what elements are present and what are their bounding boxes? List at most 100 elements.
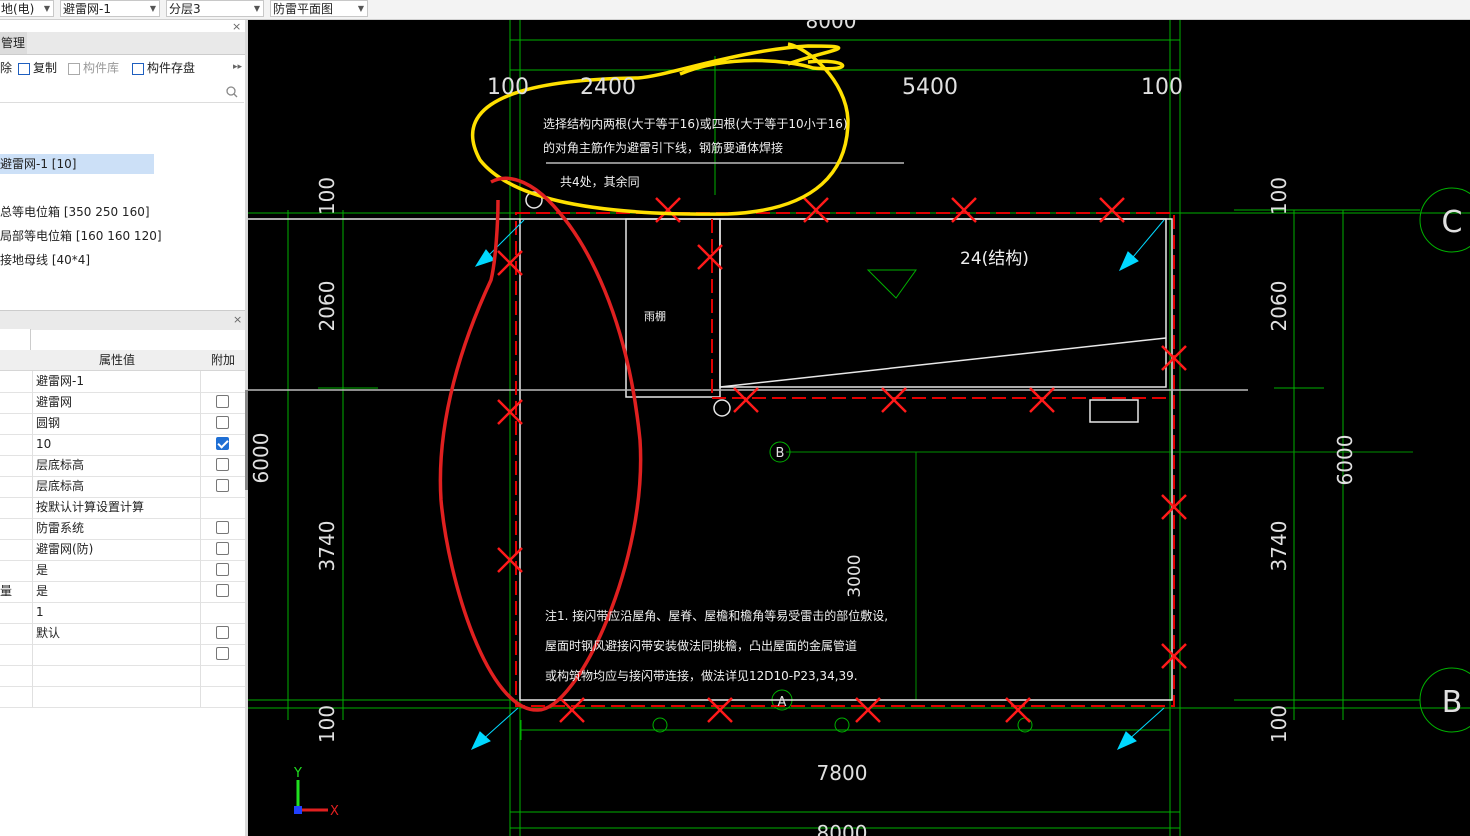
extra-checkbox[interactable] (216, 416, 229, 429)
extra-checkbox[interactable] (216, 479, 229, 492)
property-value[interactable]: 圆钢 (33, 413, 201, 434)
delete-button[interactable]: 除 (0, 58, 12, 78)
property-name (0, 476, 33, 497)
svg-text:100: 100 (1141, 75, 1183, 100)
close-icon[interactable]: × (232, 20, 241, 33)
property-name (0, 518, 33, 539)
lightning-mark (559, 697, 585, 723)
property-row[interactable] (0, 686, 245, 708)
property-name (0, 497, 33, 518)
extra-checkbox[interactable] (216, 542, 229, 555)
property-row[interactable] (0, 644, 245, 666)
property-value[interactable]: 层底标高 (33, 455, 201, 476)
save-component-button[interactable]: 构件存盘 (132, 58, 195, 78)
property-row[interactable]: 10 (0, 434, 245, 456)
property-extra (202, 623, 244, 644)
property-row[interactable]: 避雷网-1 (0, 371, 245, 393)
property-value[interactable]: 默认 (33, 623, 201, 644)
property-value[interactable]: 是 (33, 581, 201, 602)
property-value[interactable]: 1 (33, 602, 201, 623)
highlight-loop (438, 176, 643, 712)
property-row[interactable]: 层底标高 (0, 455, 245, 477)
property-value[interactable]: 避雷网(防) (33, 539, 201, 560)
tab-management[interactable]: 管理 (0, 32, 27, 54)
property-value[interactable]: 层底标高 (33, 476, 201, 497)
extra-checkbox[interactable] (216, 458, 229, 471)
property-extra (202, 413, 244, 434)
svg-text:A: A (778, 695, 787, 710)
svg-text:100: 100 (1267, 705, 1291, 743)
component-dropdown[interactable]: 避雷网-1 ▼ (60, 0, 160, 17)
svg-text:B: B (1442, 685, 1463, 720)
property-value[interactable] (33, 644, 201, 665)
property-row[interactable]: 1 (0, 602, 245, 624)
lightning-mark (733, 387, 759, 413)
type-dropdown[interactable]: 地(电) ▼ (0, 0, 54, 17)
panel-tabbar: 管理 (0, 32, 245, 55)
svg-text:3740: 3740 (315, 521, 339, 572)
property-value[interactable]: 按默认计算设置计算 (33, 497, 201, 518)
lightning-mark (855, 697, 881, 723)
property-value[interactable] (33, 665, 201, 686)
property-row[interactable]: 层底标高 (0, 476, 245, 498)
property-row[interactable]: 是 (0, 560, 245, 582)
svg-text:100: 100 (1267, 177, 1291, 215)
extra-checkbox[interactable] (216, 584, 229, 597)
property-row[interactable]: 圆钢 (0, 413, 245, 435)
property-row[interactable]: 防雷系统 (0, 518, 245, 540)
chevron-down-icon: ▼ (149, 4, 156, 13)
tree-item-ground-bus[interactable]: 接地母线 [40*4] (0, 250, 90, 270)
property-name (0, 434, 33, 455)
property-extra (202, 392, 244, 413)
extra-checkbox[interactable] (216, 563, 229, 576)
property-name (0, 644, 33, 665)
property-extra (202, 560, 244, 581)
property-row[interactable]: 量是 (0, 581, 245, 603)
property-row[interactable]: 避雷网 (0, 392, 245, 414)
property-name (0, 371, 33, 392)
close-icon[interactable]: × (233, 313, 242, 326)
properties-tab[interactable] (0, 329, 31, 350)
chevron-down-icon: ▼ (43, 4, 50, 13)
property-value[interactable]: 防雷系统 (33, 518, 201, 539)
drawing-dropdown[interactable]: 防雷平面图 ▼ (270, 0, 368, 17)
extra-checkbox[interactable] (216, 647, 229, 660)
library-button[interactable]: 构件库 (68, 58, 119, 78)
svg-text:或构筑物均应与接闪带连接，做法详见12D10-P23,34,: 或构筑物均应与接闪带连接，做法详见12D10-P23,34,39. (545, 668, 858, 683)
tree-item-lightning-net[interactable]: 避雷网-1 [10] (0, 154, 154, 174)
lightning-net (515, 212, 1175, 707)
extra-checkbox[interactable] (216, 437, 229, 450)
lightning-mark (881, 387, 907, 413)
property-value[interactable]: 10 (33, 434, 201, 455)
ucs-icon: Y X (293, 766, 339, 819)
property-name (0, 392, 33, 413)
floor-dropdown[interactable]: 分层3 ▼ (166, 0, 264, 17)
tree-item-local-box[interactable]: 局部等电位箱 [160 160 120] (0, 226, 162, 246)
search-input[interactable] (0, 82, 244, 103)
property-row[interactable]: 避雷网(防) (0, 539, 245, 561)
copy-button[interactable]: 复制 (18, 58, 57, 78)
search-icon (226, 86, 238, 98)
property-value[interactable]: 避雷网 (33, 392, 201, 413)
extra-checkbox[interactable] (216, 521, 229, 534)
svg-text:C: C (1442, 205, 1463, 240)
property-extra (202, 434, 244, 455)
lightning-mark (1029, 387, 1055, 413)
property-row[interactable]: 默认 (0, 623, 245, 645)
svg-text:的对角主筋作为避雷引下线，钢筋要通体焊接: 的对角主筋作为避雷引下线，钢筋要通体焊接 (543, 140, 783, 155)
lightning-mark (697, 244, 723, 270)
svg-text:3740: 3740 (1267, 521, 1291, 572)
property-row[interactable] (0, 665, 245, 687)
tree-item-main-box[interactable]: 总等电位箱 [350 250 160] (0, 202, 150, 222)
property-row[interactable]: 按默认计算设置计算 (0, 497, 245, 519)
svg-text:2060: 2060 (1267, 281, 1291, 332)
property-value[interactable]: 是 (33, 560, 201, 581)
svg-text:100: 100 (487, 75, 529, 100)
drawing-canvas[interactable]: 8000 100 2400 5400 100 7800 8000 100 206… (248, 20, 1470, 836)
property-value[interactable]: 避雷网-1 (33, 371, 201, 392)
extra-checkbox[interactable] (216, 626, 229, 639)
extra-checkbox[interactable] (216, 395, 229, 408)
svg-text:6000: 6000 (1333, 435, 1357, 486)
more-icon[interactable]: ▸▸ (233, 62, 242, 72)
property-value[interactable] (33, 686, 201, 707)
